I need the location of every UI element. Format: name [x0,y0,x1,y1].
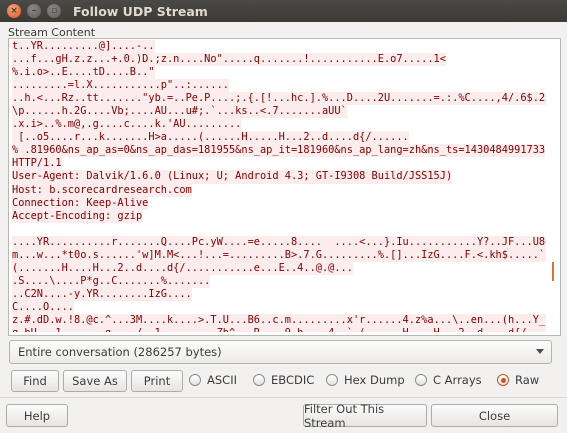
maximize-icon[interactable]: ▫ [47,4,61,18]
separator [0,397,567,398]
stream-line: HTTP/1.1 [9,157,546,171]
client-data-text: (.......H....H...2..d....d{/...........e… [12,261,353,275]
radio-label: EBCDIC [271,373,315,387]
stream-line: Accept-Encoding: gzip [9,209,546,223]
close-button[interactable]: Close [431,404,558,427]
client-data-text: ..h.<...Rz..tt......."yb.=..Pe.P....;.{.… [12,92,546,106]
stream-line: User-Agent: Dalvik/1.6.0 (Linux; U; Andr… [9,170,546,184]
scroll-position-marker[interactable] [552,262,554,281]
title-bar: × – ▫ Follow UDP Stream [0,0,567,22]
stream-line: q.bU...1.......g..../..1.........Zh^...R… [9,327,546,332]
stream-content-text[interactable]: t..YR.........@]....-.. ...f...gH.z.z...+… [9,40,546,332]
stream-line: Host: b.scorecardresearch.com [9,183,546,197]
stream-line: %.i.o>..E....tD....B.." [9,66,546,80]
radio-raw[interactable]: Raw [497,373,539,387]
client-data-text: m...w...*t0o.s......'w]M.M<...!...=.....… [12,248,546,262]
radio-c-arrays[interactable]: C Arrays [415,373,482,387]
client-data-text: ..C2N....-y.YR........IzG.... [12,287,192,301]
conversation-select-value: Entire conversation (286257 bytes) [18,345,222,359]
follow-udp-stream-dialog: × – ▫ Follow UDP Stream Stream Content t… [0,0,567,433]
conversation-select[interactable]: Entire conversation (286257 bytes) [9,340,552,364]
close-icon[interactable]: × [7,4,21,18]
client-data-text: C....O.... [12,300,74,314]
radio-ascii[interactable]: ASCII [189,373,237,387]
filter-out-stream-button[interactable]: Filter Out This Stream [303,402,427,430]
minimize-icon[interactable]: – [27,4,41,18]
stream-line: [..o5....r...k.......H>a.....(......H...… [9,131,546,145]
client-data-text: Connection: Keep-Alive [12,196,149,210]
client-data-text: t..YR.........@]....-.. [12,40,155,54]
stream-line: ..h.<...Rz..tt......."yb.=..Pe.P....;.{.… [9,92,546,106]
client-data-text: .x.i>..%.m@,.g....c....k.'AU......... [12,118,242,132]
stream-line: m...w...*t0o.s......'w]M.M<...!...=.....… [9,248,546,262]
radio-circle-icon[interactable] [415,374,427,386]
client-data-text: ....YR..........r.......Q....Pc.yW....=e… [12,235,546,249]
stream-line: ....YR..........r.......Q....Pc.yW....=e… [9,235,546,249]
stream-line: C....O.... [9,300,546,314]
client-data-text: % .81960&ns_ap_as=0&ns_ap_das=181955&ns_… [12,144,546,158]
client-data-text: HTTP/1.1 [12,157,62,171]
stream-line: t..YR.........@]....-.. [9,40,546,54]
stream-line: \p......h.2G....Vb;....AU...u#;.`...ks..… [9,105,546,119]
stream-line: ...f...gH.z.z...+.0.)D.;z.n....No".....q… [9,53,546,67]
radio-label: Hex Dump [344,373,405,387]
client-data-text: %.i.o>..E....tD....B.." [12,66,155,80]
radio-label: C Arrays [433,373,482,387]
chevron-down-icon [536,349,544,354]
stream-line: % .81960&ns_ap_as=0&ns_ap_das=181955&ns_… [9,144,546,158]
radio-ebcdic[interactable]: EBCDIC [253,373,314,387]
find-button[interactable]: Find [11,370,59,392]
client-data-text: Host: b.scorecardresearch.com [12,183,192,197]
client-data-text: Accept-Encoding: gzip [12,209,143,223]
stream-line: .........=l.X...........p"..:...... [9,79,546,93]
stream-line [9,223,546,236]
radio-label: Raw [515,373,540,387]
client-data-text: .........=l.X...........p"..:...... [12,79,229,93]
stream-line: .S....\....P*g..C.......%....... [9,274,546,288]
stream-line: .x.i>..%.m@,.g....c....k.'AU......... [9,118,546,132]
stream-line: Connection: Keep-Alive [9,196,546,210]
stream-line: ..C2N....-y.YR........IzG.... [9,287,546,301]
radio-circle-icon[interactable] [497,374,509,386]
client-data-text: User-Agent: Dalvik/1.6.0 (Linux; U; Andr… [12,170,453,184]
radio-circle-icon[interactable] [253,374,265,386]
client-data-text: z.#.dD.w.!8.@c.^...3M....k....>.T.U...B6… [12,313,546,328]
client-data-text: [..o5....r...k.......H>a.....(......H...… [12,131,409,145]
print-button[interactable]: Print [131,370,183,392]
save-as-button[interactable]: Save As [63,370,127,392]
client-data-text: .S....\....P*g..C.......%....... [12,274,211,288]
radio-circle-icon[interactable] [326,374,338,386]
radio-circle-icon[interactable] [189,374,201,386]
client-data-text: ...f...gH.z.z...+.0.)D.;z.n....No".....q… [12,53,446,67]
radio-label: ASCII [207,373,237,387]
client-data-text: q.bU...1.......g..../..1.........Zh^...R… [12,327,546,332]
client-data-text: \p......h.2G....Vb;....AU...u#;.`...ks..… [12,105,347,119]
stream-line: z.#.dD.w.!8.@c.^...3M....k....>.T.U...B6… [9,313,546,328]
help-button[interactable]: Help [6,404,68,427]
window-title: Follow UDP Stream [73,3,208,19]
radio-hex-dump[interactable]: Hex Dump [326,373,405,387]
stream-line: (.......H....H...2..d....d{/...........e… [9,261,546,275]
